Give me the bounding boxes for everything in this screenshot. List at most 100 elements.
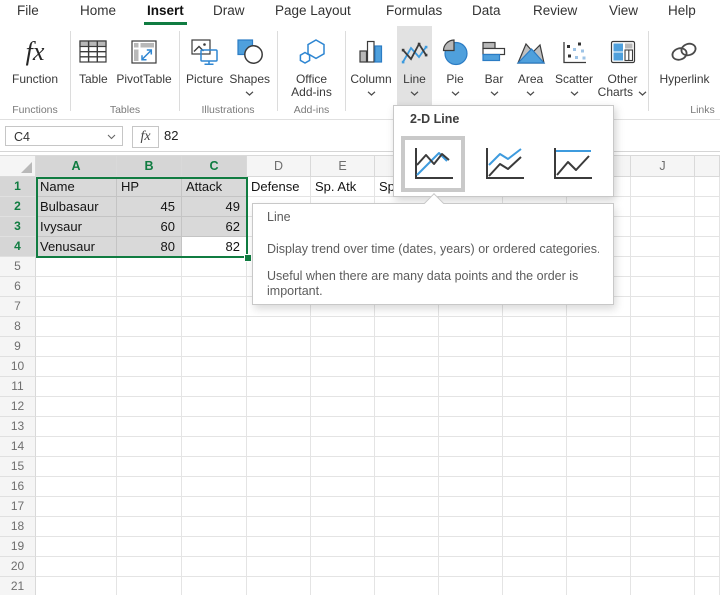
cell-E9[interactable] <box>311 337 375 357</box>
cell-partial[interactable] <box>695 357 720 377</box>
row-header-7[interactable]: 7 <box>0 297 36 317</box>
cell-E13[interactable] <box>311 417 375 437</box>
cell-F16[interactable] <box>375 477 439 497</box>
row-header-11[interactable]: 11 <box>0 377 36 397</box>
cell-B13[interactable] <box>117 417 182 437</box>
cell-partial[interactable] <box>695 437 720 457</box>
tab-view[interactable]: View <box>609 0 638 24</box>
cell-partial[interactable] <box>695 577 720 595</box>
cell-D8[interactable] <box>247 317 311 337</box>
cell-I9[interactable] <box>567 337 631 357</box>
cell-J11[interactable] <box>631 377 695 397</box>
tab-draw[interactable]: Draw <box>213 0 245 24</box>
cell-J7[interactable] <box>631 297 695 317</box>
cell-I17[interactable] <box>567 497 631 517</box>
cell-E21[interactable] <box>311 577 375 595</box>
cell-C13[interactable] <box>182 417 247 437</box>
cell-E20[interactable] <box>311 557 375 577</box>
cell-J17[interactable] <box>631 497 695 517</box>
cell-G12[interactable] <box>439 397 503 417</box>
cell-partial[interactable] <box>695 537 720 557</box>
cell-A18[interactable] <box>36 517 117 537</box>
cell-B9[interactable] <box>117 337 182 357</box>
cell-partial[interactable] <box>695 317 720 337</box>
option-stacked-line-chart[interactable] <box>475 140 533 188</box>
cell-A15[interactable] <box>36 457 117 477</box>
cell-A6[interactable] <box>36 277 117 297</box>
cell-D15[interactable] <box>247 457 311 477</box>
cell-D19[interactable] <box>247 537 311 557</box>
cell-J2[interactable] <box>631 197 695 217</box>
cell-partial[interactable] <box>695 397 720 417</box>
cell-H11[interactable] <box>503 377 567 397</box>
cell-I18[interactable] <box>567 517 631 537</box>
cell-A9[interactable] <box>36 337 117 357</box>
cell-B21[interactable] <box>117 577 182 595</box>
cell-B14[interactable] <box>117 437 182 457</box>
row-header-13[interactable]: 13 <box>0 417 36 437</box>
cell-partial[interactable] <box>695 517 720 537</box>
cell-E1[interactable]: Sp. Atk <box>311 177 375 197</box>
cell-B19[interactable] <box>117 537 182 557</box>
cell-I12[interactable] <box>567 397 631 417</box>
insert-function-button[interactable]: fx <box>132 126 159 148</box>
cell-D20[interactable] <box>247 557 311 577</box>
row-header-5[interactable]: 5 <box>0 257 36 277</box>
cell-I11[interactable] <box>567 377 631 397</box>
cell-H10[interactable] <box>503 357 567 377</box>
cell-J4[interactable] <box>631 237 695 257</box>
cell-F14[interactable] <box>375 437 439 457</box>
cell-A7[interactable] <box>36 297 117 317</box>
cell-H8[interactable] <box>503 317 567 337</box>
row-header-12[interactable]: 12 <box>0 397 36 417</box>
cell-A10[interactable] <box>36 357 117 377</box>
cell-G21[interactable] <box>439 577 503 595</box>
tab-review[interactable]: Review <box>533 0 577 24</box>
name-box[interactable]: C4 <box>5 126 123 146</box>
cell-C2[interactable]: 49 <box>182 197 247 217</box>
cell-A21[interactable] <box>36 577 117 595</box>
row-header-17[interactable]: 17 <box>0 497 36 517</box>
cell-F10[interactable] <box>375 357 439 377</box>
cell-J15[interactable] <box>631 457 695 477</box>
cell-E16[interactable] <box>311 477 375 497</box>
cell-J20[interactable] <box>631 557 695 577</box>
cell-C18[interactable] <box>182 517 247 537</box>
cell-A12[interactable] <box>36 397 117 417</box>
cell-C21[interactable] <box>182 577 247 595</box>
row-header-15[interactable]: 15 <box>0 457 36 477</box>
select-all-corner[interactable] <box>0 155 36 177</box>
cell-F20[interactable] <box>375 557 439 577</box>
cell-H16[interactable] <box>503 477 567 497</box>
cell-E15[interactable] <box>311 457 375 477</box>
cell-E11[interactable] <box>311 377 375 397</box>
cell-F9[interactable] <box>375 337 439 357</box>
column-header-partial[interactable] <box>695 155 720 177</box>
cell-G19[interactable] <box>439 537 503 557</box>
cell-partial[interactable] <box>695 377 720 397</box>
cell-F18[interactable] <box>375 517 439 537</box>
cell-partial[interactable] <box>695 557 720 577</box>
cell-A1[interactable]: Name <box>36 177 117 197</box>
cell-D21[interactable] <box>247 577 311 595</box>
cell-G13[interactable] <box>439 417 503 437</box>
row-header-3[interactable]: 3 <box>0 217 36 237</box>
cell-D13[interactable] <box>247 417 311 437</box>
cell-E8[interactable] <box>311 317 375 337</box>
cell-I15[interactable] <box>567 457 631 477</box>
cell-I19[interactable] <box>567 537 631 557</box>
cell-B2[interactable]: 45 <box>117 197 182 217</box>
cell-I16[interactable] <box>567 477 631 497</box>
cell-F19[interactable] <box>375 537 439 557</box>
cell-C12[interactable] <box>182 397 247 417</box>
cell-G9[interactable] <box>439 337 503 357</box>
cell-F11[interactable] <box>375 377 439 397</box>
cell-H14[interactable] <box>503 437 567 457</box>
cell-G18[interactable] <box>439 517 503 537</box>
cell-G16[interactable] <box>439 477 503 497</box>
cell-partial[interactable] <box>695 337 720 357</box>
cell-partial[interactable] <box>695 417 720 437</box>
row-header-1[interactable]: 1 <box>0 177 36 197</box>
cell-G20[interactable] <box>439 557 503 577</box>
cell-H19[interactable] <box>503 537 567 557</box>
